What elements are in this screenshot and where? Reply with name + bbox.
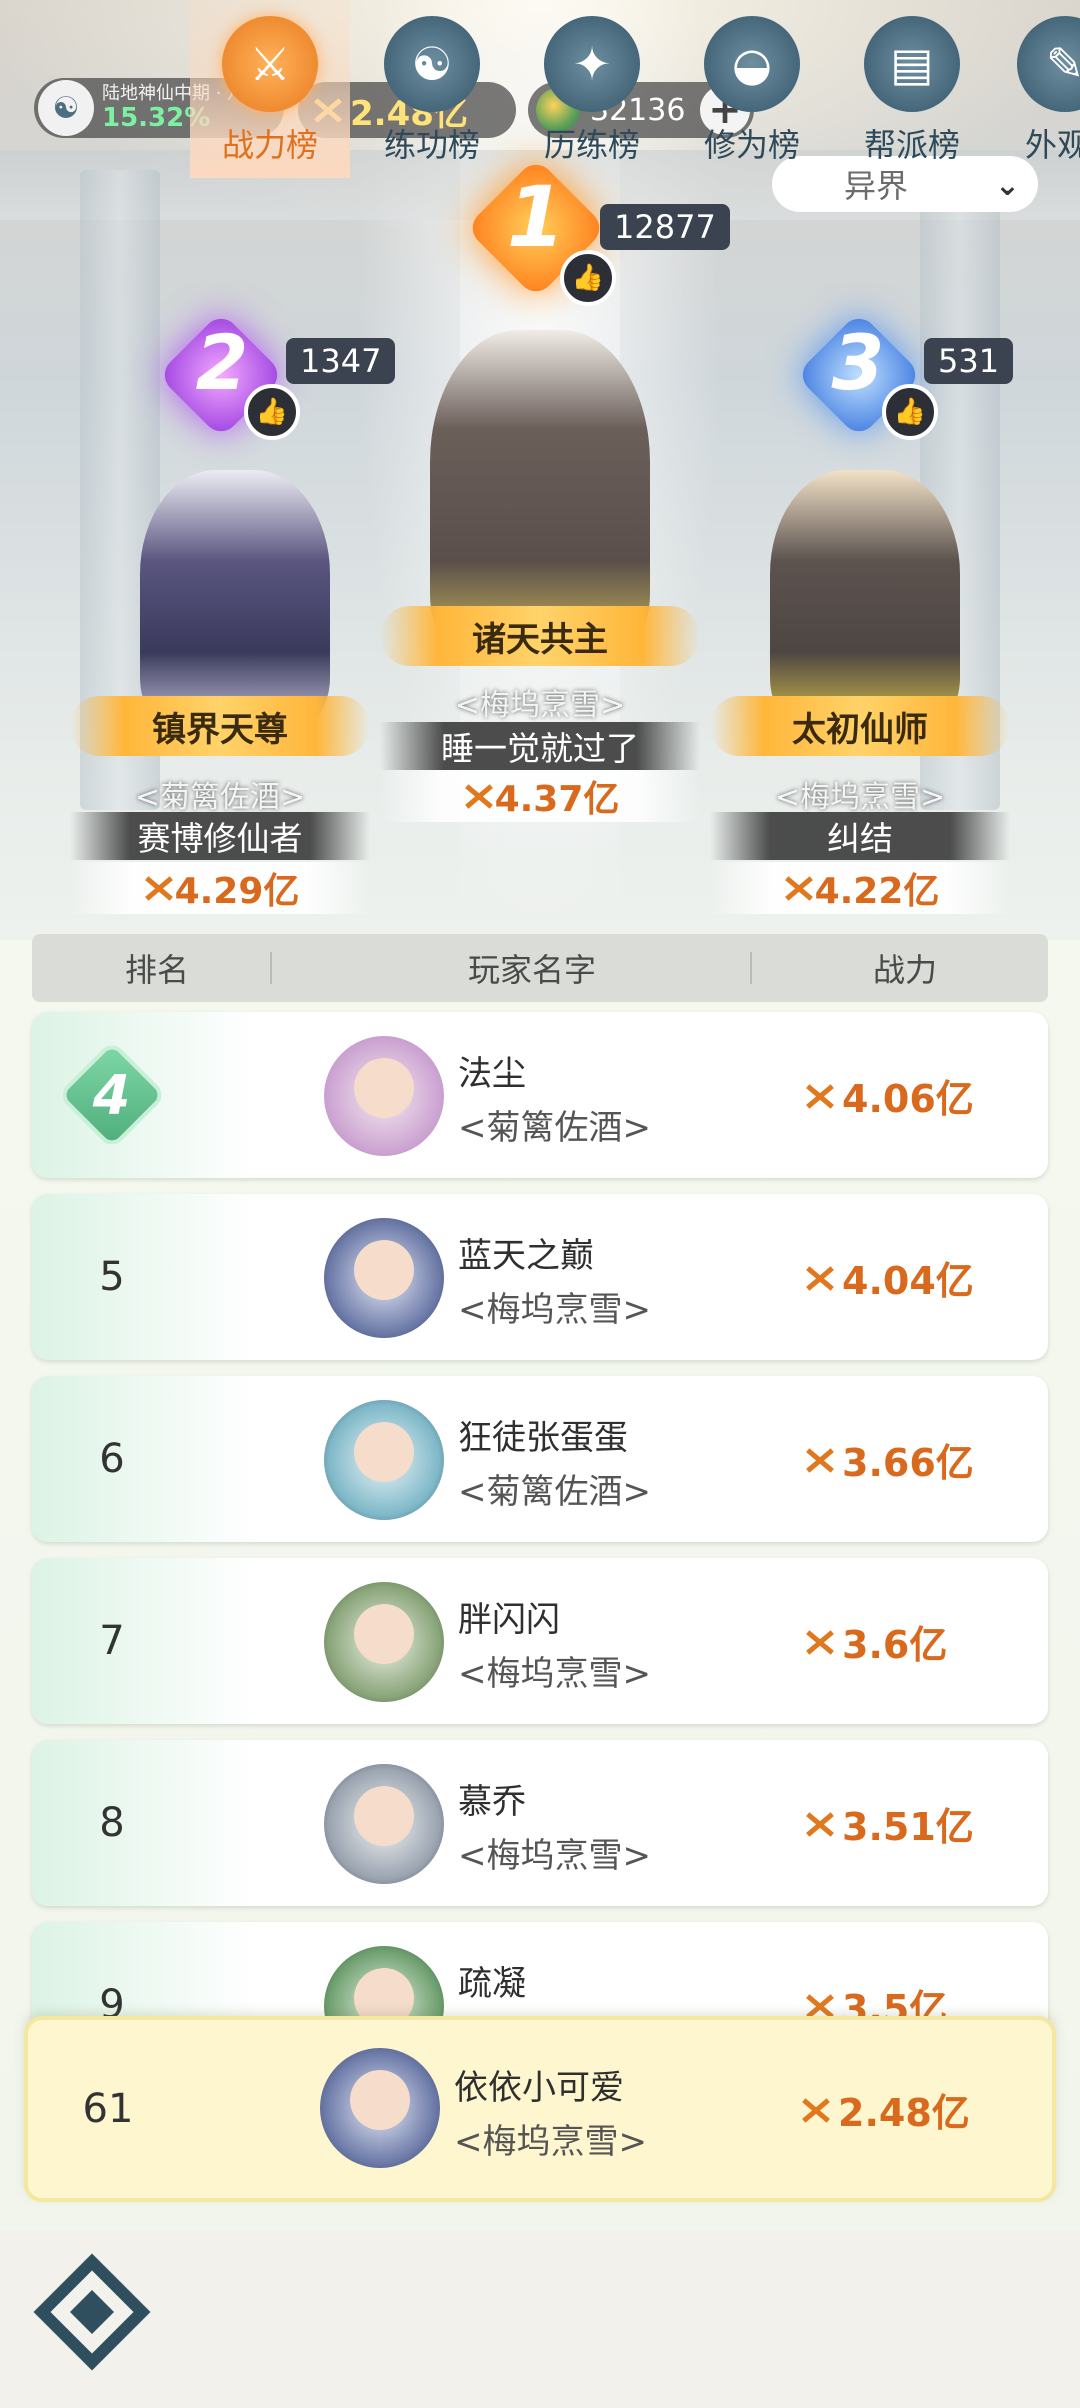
tab-label: 历练榜	[543, 126, 640, 164]
player-power: 3.51亿	[802, 1796, 974, 1851]
tab-combat-power[interactable]: ⚔ 战力榜	[190, 0, 350, 178]
tab-label: 战力榜	[221, 126, 318, 164]
rank-3-power-value: 4.22亿	[814, 871, 940, 912]
row-rank: 6	[99, 1436, 125, 1482]
rank-2-power-value: 4.29亿	[174, 871, 300, 912]
combat-power-icon	[141, 873, 175, 903]
combat-power-icon	[802, 1445, 836, 1475]
player-guild: <梅坞烹雪>	[458, 1290, 651, 1330]
combat-power-icon	[781, 873, 815, 903]
player-name: 慕乔	[458, 1782, 526, 1822]
player-power: 4.04亿	[802, 1250, 974, 1305]
rank-3-character[interactable]	[770, 470, 960, 730]
rank-2-like-button[interactable]: 👍	[244, 384, 300, 440]
column-player-name: 玩家名字	[467, 951, 596, 989]
table-header: 排名 玩家名字 战力	[32, 934, 1048, 1002]
table-row[interactable]: 5 蓝天之巅 <梅坞烹雪> 4.04亿	[32, 1194, 1048, 1360]
rank-2-character[interactable]	[140, 470, 330, 730]
player-power: 3.66亿	[802, 1432, 974, 1487]
rank-4-badge: 4	[56, 1039, 168, 1151]
tab-guild[interactable]: ▤ 帮派榜	[832, 0, 992, 178]
avatar[interactable]	[324, 1764, 444, 1884]
my-rank: 61	[82, 2086, 134, 2132]
crossed-swords-icon: ⚔	[222, 16, 318, 112]
rank-2-name: 赛博修仙者	[70, 812, 370, 860]
player-name: 胖闪闪	[458, 1600, 560, 1640]
rank-3-power: 4.22亿	[710, 862, 1010, 914]
combat-power-icon	[798, 2095, 832, 2125]
player-guild: <菊篱佐酒>	[458, 1472, 651, 1512]
rank-3-like-button[interactable]: 👍	[882, 384, 938, 440]
avatar[interactable]	[324, 1582, 444, 1702]
column-divider	[750, 952, 752, 984]
menu-diamond-icon[interactable]	[32, 2252, 152, 2372]
my-player-guild: <梅坞烹雪>	[454, 2122, 647, 2162]
player-guild: <梅坞烹雪>	[458, 1836, 651, 1876]
table-row[interactable]: 6 狂徒张蛋蛋 <菊篱佐酒> 3.66亿	[32, 1376, 1048, 1542]
my-avatar[interactable]	[320, 2048, 440, 2168]
tab-label: 练功榜	[383, 126, 480, 164]
player-guild: <梅坞烹雪>	[458, 1654, 651, 1694]
rank-1-title: 诸天共主	[380, 606, 700, 666]
tab-label: 帮派榜	[863, 126, 960, 164]
combat-power-icon	[802, 1263, 836, 1293]
rank-1-number: 1	[506, 168, 566, 266]
compass-star-icon: ✦	[544, 16, 640, 112]
rank-1-power-value: 4.37亿	[494, 779, 620, 820]
player-guild: <菊篱佐酒>	[458, 1108, 651, 1148]
yin-yang-icon: ☯	[384, 16, 480, 112]
row-rank: 5	[99, 1254, 125, 1300]
rank-2-guild: <菊篱佐酒>	[134, 780, 306, 815]
row-rank: 7	[99, 1618, 125, 1664]
combat-power-icon	[802, 1809, 836, 1839]
player-name: 狂徒张蛋蛋	[458, 1418, 628, 1458]
player-name: 蓝天之巅	[458, 1236, 594, 1276]
immortal-avatar-icon: ☯	[38, 80, 94, 136]
bottom-tab-bar	[0, 2230, 1080, 2408]
scroll-icon: ▤	[864, 16, 960, 112]
rank-3-name: 纠结	[710, 812, 1010, 860]
my-player-power: 2.48亿	[798, 2082, 970, 2137]
table-row[interactable]: 4 法尘 <菊篱佐酒> 4.06亿	[32, 1012, 1048, 1178]
rank-1-like-count: 12877	[600, 204, 730, 250]
tab-label: 外观	[1025, 126, 1080, 164]
player-name: 法尘	[458, 1054, 526, 1094]
table-row[interactable]: 7 胖闪闪 <梅坞烹雪> 3.6亿	[32, 1558, 1048, 1724]
combat-power-icon	[802, 1627, 836, 1657]
player-power: 4.06亿	[802, 1068, 974, 1123]
player-power: 3.6亿	[802, 1614, 947, 1669]
rank-2-like-count: 1347	[286, 338, 396, 384]
combat-power-icon	[802, 1081, 836, 1111]
tab-experience[interactable]: ✦ 历练榜	[512, 0, 672, 178]
column-power: 战力	[872, 951, 937, 989]
row-rank: 4	[32, 1012, 192, 1178]
avatar[interactable]	[324, 1218, 444, 1338]
rank-2-power: 4.29亿	[70, 862, 370, 914]
rank-1-like-button[interactable]: 👍	[560, 250, 616, 306]
meditation-icon: ◒	[704, 16, 800, 112]
my-rank-row[interactable]: 61 依依小可爱 <梅坞烹雪> 2.48亿	[24, 2016, 1056, 2202]
brush-icon: ✎	[1017, 16, 1080, 112]
rank-2-title: 镇界天尊	[70, 696, 370, 756]
tab-label: 修为榜	[703, 126, 800, 164]
table-row[interactable]: 8 慕乔 <梅坞烹雪> 3.51亿	[32, 1740, 1048, 1906]
avatar[interactable]	[324, 1400, 444, 1520]
player-name: 疏凝	[458, 1964, 526, 2004]
tab-appearance[interactable]: ✎ 外观	[990, 0, 1080, 178]
row-rank: 8	[99, 1800, 125, 1846]
rank-1-name: 睡一觉就过了	[380, 722, 700, 770]
avatar[interactable]	[324, 1036, 444, 1156]
my-player-name: 依依小可爱	[454, 2068, 624, 2108]
tab-cultivation[interactable]: ◒ 修为榜	[672, 0, 832, 178]
rank-1-guild: <梅坞烹雪>	[454, 688, 626, 723]
rank-3-title: 太初仙师	[710, 696, 1010, 756]
rank-3-guild: <梅坞烹雪>	[774, 780, 946, 815]
rank-1-power: 4.37亿	[380, 770, 700, 822]
column-rank: 排名	[124, 951, 189, 989]
tab-training[interactable]: ☯ 练功榜	[352, 0, 512, 178]
column-divider	[270, 952, 272, 984]
rank-3-like-count: 531	[924, 338, 1014, 384]
combat-power-icon	[461, 781, 495, 811]
